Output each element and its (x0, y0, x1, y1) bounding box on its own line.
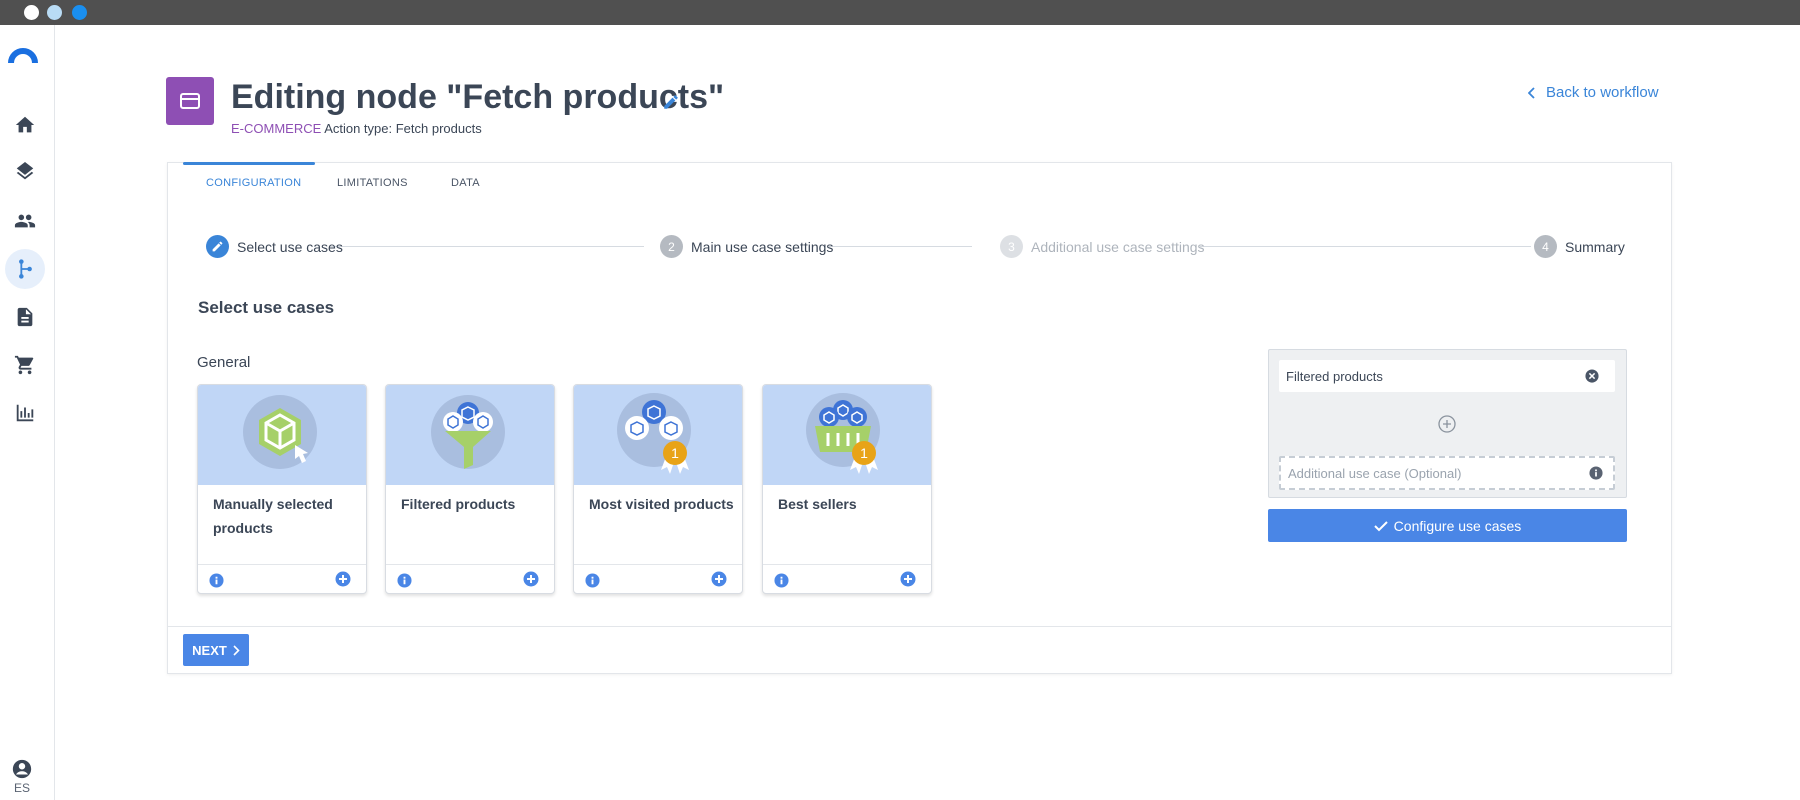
use-case-footer (763, 564, 931, 593)
info-icon[interactable] (209, 573, 224, 588)
use-case-image (386, 385, 554, 485)
add-icon[interactable] (523, 571, 539, 587)
page-title: Editing node "Fetch products" (231, 78, 725, 116)
info-icon[interactable] (585, 573, 600, 588)
step-4-label[interactable]: Summary (1565, 239, 1625, 255)
step-4-circle: 4 (1534, 235, 1557, 258)
step-1-label[interactable]: Select use cases (237, 239, 343, 255)
add-icon[interactable] (335, 571, 351, 587)
chevron-left-icon (1528, 86, 1535, 99)
use-case-title: Most visited products (589, 496, 734, 512)
sidebar-item-layers[interactable] (5, 153, 45, 193)
check-icon (1373, 520, 1388, 531)
rank-badge: 1 (671, 445, 679, 461)
use-case-title: Filtered products (401, 496, 516, 512)
use-case-card-manual[interactable]: Manually selected products (197, 384, 367, 594)
stepper-connector (1200, 246, 1531, 247)
window-titlebar (0, 0, 1800, 25)
tab-data[interactable]: DATA (451, 177, 480, 189)
use-case-group-label: General (197, 354, 251, 371)
back-to-workflow-link[interactable]: Back to workflow (1528, 84, 1659, 101)
selected-use-cases-panel: Filtered products Additional use case (O… (1268, 349, 1627, 498)
document-icon (17, 307, 33, 327)
info-icon[interactable] (1589, 466, 1603, 480)
best-sellers-icon: 1 (806, 393, 880, 474)
node-action-type: Action type: Fetch products (324, 121, 482, 136)
use-case-footer (386, 564, 554, 593)
sidebar-item-home[interactable] (5, 105, 45, 145)
use-case-card-most-visited[interactable]: 1 Most visited products (573, 384, 743, 594)
info-icon[interactable] (397, 573, 412, 588)
chevron-right-icon (233, 644, 240, 656)
tab-limitations[interactable]: LIMITATIONS (337, 177, 408, 189)
brand-logo[interactable] (8, 43, 38, 65)
sidebar-item-ecommerce[interactable] (5, 345, 45, 385)
sidebar-item-workflow[interactable] (5, 249, 45, 289)
additional-use-case-placeholder: Additional use case (Optional) (1288, 466, 1462, 481)
node-category: E-COMMERCE (231, 121, 322, 136)
account-icon[interactable] (11, 758, 33, 780)
add-circle-icon (1438, 415, 1456, 433)
use-case-image: 1 (574, 385, 742, 485)
active-tab-indicator (183, 162, 315, 165)
step-1-circle (206, 235, 229, 258)
bar-chart-icon (16, 404, 34, 422)
window-minimize-button[interactable] (47, 5, 62, 20)
add-icon[interactable] (711, 571, 727, 587)
use-case-image: 1 (763, 385, 931, 485)
edit-title-icon[interactable] (662, 93, 680, 111)
add-icon[interactable] (900, 571, 916, 587)
sidebar-item-analytics[interactable] (5, 393, 45, 433)
selected-use-case-item: Filtered products (1279, 360, 1615, 392)
step-2-label[interactable]: Main use case settings (691, 239, 833, 255)
use-case-image (198, 385, 366, 485)
remove-icon[interactable] (1585, 369, 1599, 383)
most-visited-icon: 1 (617, 393, 691, 474)
sidebar-item-documents[interactable] (5, 297, 45, 337)
tab-configuration[interactable]: CONFIGURATION (206, 177, 301, 189)
use-case-card-best-sellers[interactable]: 1 Best sellers (762, 384, 932, 594)
configuration-card: CONFIGURATION LIMITATIONS DATA Select us… (167, 162, 1672, 674)
back-link-label: Back to workflow (1546, 84, 1659, 101)
additional-use-case-slot[interactable]: Additional use case (Optional) (1279, 456, 1615, 490)
stepper-connector (330, 246, 644, 247)
node-subtitle: E-COMMERCE Action type: Fetch products (231, 121, 482, 136)
rank-badge: 1 (860, 445, 868, 461)
home-icon (15, 116, 35, 133)
pencil-icon (212, 241, 223, 252)
language-selector[interactable]: ES (14, 781, 30, 795)
use-case-title: Best sellers (778, 496, 857, 512)
use-case-footer (198, 564, 366, 593)
next-button[interactable]: NEXT (183, 634, 249, 666)
card-icon (180, 93, 200, 109)
cart-icon (14, 355, 34, 375)
step-2-circle: 2 (660, 235, 683, 258)
selected-use-case-label: Filtered products (1286, 369, 1383, 384)
node-type-icon (166, 77, 214, 125)
configure-button-label: Configure use cases (1393, 517, 1522, 534)
sidebar: ES (0, 25, 55, 800)
section-title: Select use cases (198, 298, 335, 317)
people-icon (14, 214, 36, 228)
manual-select-icon (243, 395, 317, 469)
use-case-footer (574, 564, 742, 593)
sidebar-item-people[interactable] (5, 201, 45, 241)
window-close-button[interactable] (24, 5, 39, 20)
layers-icon (16, 162, 34, 180)
step-3-label: Additional use case settings (1031, 239, 1205, 255)
use-case-title: Manually selected products (213, 496, 333, 536)
info-icon[interactable] (774, 573, 789, 588)
filter-icon (431, 395, 505, 469)
use-case-card-filtered[interactable]: Filtered products (385, 384, 555, 594)
stepper-connector (829, 246, 972, 247)
workflow-icon (19, 259, 32, 279)
next-button-label: NEXT (192, 642, 227, 658)
card-footer-divider (168, 626, 1671, 627)
step-3-circle: 3 (1000, 235, 1023, 258)
configure-use-cases-button[interactable]: Configure use cases (1268, 509, 1627, 542)
window-maximize-button[interactable] (72, 5, 87, 20)
